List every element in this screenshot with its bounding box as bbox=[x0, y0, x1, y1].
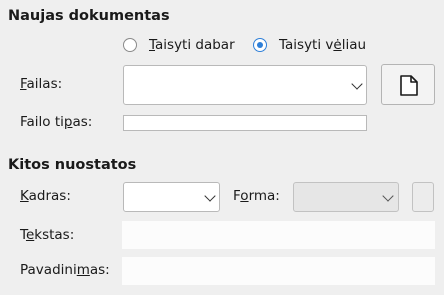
chevron-down-icon bbox=[204, 190, 216, 202]
file-label: Failas: bbox=[20, 76, 63, 92]
text-label: Tekstas: bbox=[20, 227, 75, 243]
new-file-button[interactable] bbox=[381, 64, 435, 105]
chevron-down-icon bbox=[351, 78, 363, 90]
edit-now-label: Taisyti dabar bbox=[149, 37, 235, 53]
text-field[interactable] bbox=[121, 220, 436, 250]
file-combobox[interactable] bbox=[123, 65, 367, 105]
shape-combobox[interactable] bbox=[293, 182, 399, 212]
new-document-icon bbox=[400, 75, 418, 96]
chevron-down-icon bbox=[382, 190, 394, 202]
frame-combobox[interactable] bbox=[123, 182, 220, 212]
file-type-field[interactable] bbox=[123, 115, 367, 131]
edit-later-label: Taisyti vėliau bbox=[279, 37, 367, 53]
edit-now-radio-indicator[interactable] bbox=[123, 38, 137, 52]
shape-label: Forma: bbox=[233, 188, 280, 204]
frame-label: Kadras: bbox=[20, 188, 71, 204]
other-settings-heading: Kitos nuostatos bbox=[8, 157, 137, 173]
shape-options-button[interactable] bbox=[412, 182, 434, 212]
name-field[interactable] bbox=[121, 256, 436, 286]
edit-later-radio-indicator[interactable] bbox=[253, 38, 267, 52]
edit-later-radio[interactable]: Taisyti vėliau bbox=[253, 37, 373, 55]
new-document-heading: Naujas dokumentas bbox=[8, 8, 170, 24]
file-type-label: Failo tipas: bbox=[20, 114, 93, 130]
edit-now-radio[interactable]: Taisyti dabar bbox=[123, 37, 243, 55]
name-label: Pavadinimas: bbox=[20, 262, 110, 278]
